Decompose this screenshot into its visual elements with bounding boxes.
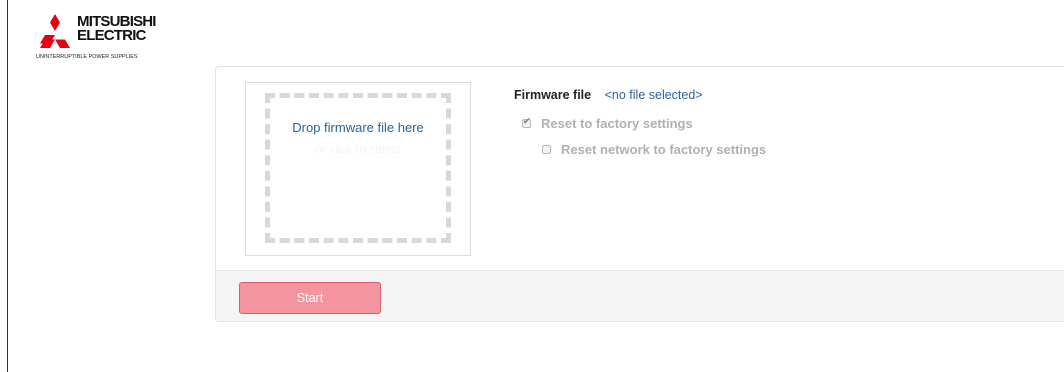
brand-logo: MITSUBISHI ELECTRIC UNINTERRUPTIBLE POWE…: [36, 14, 186, 64]
firmware-dropzone[interactable]: Drop firmware file here or click to sele…: [245, 82, 471, 256]
reset-network-label: Reset network to factory settings: [561, 142, 767, 157]
start-button[interactable]: Start: [239, 282, 381, 314]
dropzone-subtitle: or click to select: [315, 142, 401, 156]
reset-network-option: Reset network to factory settings: [542, 142, 766, 157]
reset-factory-option: Reset to factory settings: [522, 116, 693, 131]
firmware-file-value[interactable]: <no file selected>: [605, 88, 703, 102]
reset-factory-checkbox[interactable]: [522, 116, 531, 128]
brand-tagline: UNINTERRUPTIBLE POWER SUPPLIES: [36, 54, 138, 60]
panel-footer: Start: [216, 270, 1064, 321]
reset-network-checkbox[interactable]: [542, 145, 551, 154]
firmware-file-row: Firmware file <no file selected>: [514, 88, 703, 102]
reset-factory-label: Reset to factory settings: [541, 116, 693, 131]
brand-name-line2: ELECTRIC: [77, 27, 146, 44]
firmware-file-label: Firmware file: [514, 88, 592, 102]
window-left-border: [7, 0, 8, 372]
brand-wordmark: MITSUBISHI ELECTRIC: [77, 14, 156, 44]
dropzone-title: Drop firmware file here: [292, 120, 424, 135]
mitsubishi-diamonds-icon: [40, 14, 70, 48]
dropzone-dashed-area[interactable]: Drop firmware file here or click to sele…: [265, 93, 451, 243]
firmware-upload-panel: Drop firmware file here or click to sele…: [215, 66, 1064, 322]
